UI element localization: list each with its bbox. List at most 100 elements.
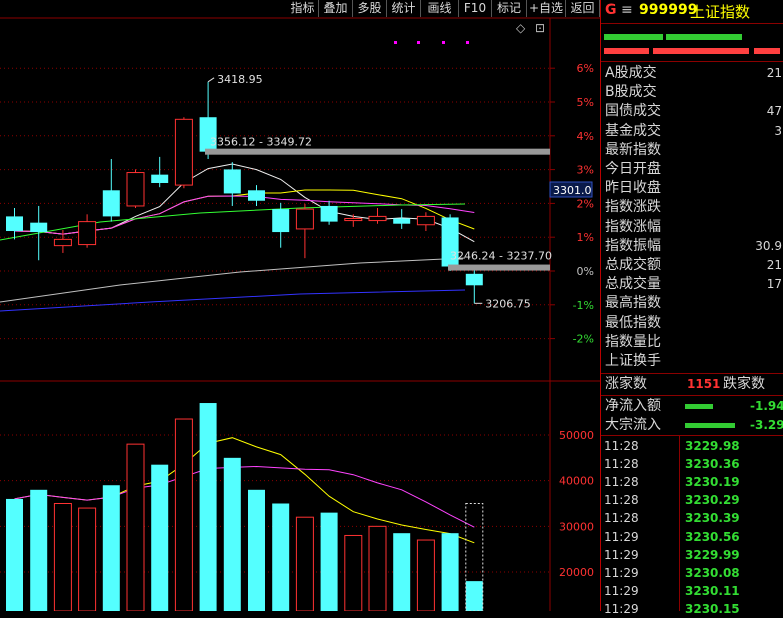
quote-row-label: 指数涨幅 (605, 218, 661, 235)
volume-bar-up (78, 507, 97, 611)
ratio-bar-red (653, 48, 749, 54)
volume-bar-down (465, 581, 483, 611)
volume-bar-up (174, 418, 193, 611)
decline-label: 跌家数 (723, 376, 765, 392)
volume-bar-up (344, 534, 363, 611)
volume-bar-up (53, 503, 72, 611)
candle-body-up (174, 118, 193, 186)
volume-bar-down (393, 533, 411, 611)
tick-price: 3230.39 (685, 511, 740, 526)
volume-bar-down (199, 403, 217, 611)
tick-time: 11:29 (604, 547, 639, 562)
quote-row-value: 3 (774, 123, 782, 138)
marker-dot (466, 41, 469, 44)
advance-count: 1151 (687, 377, 721, 391)
volume-bar-up (295, 516, 314, 611)
ratio-bar-green (604, 34, 663, 40)
tick-time: 11:29 (604, 529, 639, 544)
quote-row-label: 上证换手 (605, 353, 661, 369)
range-label-upper: 3356.12 - 3349.72 (210, 136, 312, 149)
block-inflow-bar (685, 423, 735, 428)
volume-bars (6, 403, 484, 611)
tick-price: 3230.56 (685, 529, 740, 544)
volume-bar-up (368, 525, 387, 611)
quote-row-value: 21 (766, 258, 782, 272)
tick-price: 3230.19 (685, 475, 740, 490)
tick-price: 3229.99 (685, 547, 740, 562)
marker-dot (417, 41, 420, 44)
volume-bar-down (30, 489, 48, 611)
candle-body-up (344, 217, 363, 222)
ma60-line (0, 257, 466, 303)
quote-row-label: 今日开盘 (605, 161, 661, 177)
tick-time: 11:28 (604, 439, 639, 453)
divider (601, 395, 783, 396)
tick-time: 11:28 (604, 493, 639, 508)
volume-bar-up (126, 443, 145, 611)
candle-body-down (320, 205, 338, 222)
menu-icon[interactable]: ≡ (621, 2, 633, 18)
price-axis-label: -1% (573, 299, 594, 312)
diamond-icon[interactable]: ◇ (516, 21, 526, 35)
volume-bar-down (102, 485, 120, 611)
candle-body-up (416, 215, 435, 226)
block-inflow-label: 大宗流入 (605, 417, 661, 433)
marker-dot (442, 41, 445, 44)
quote-row-value: 17 (766, 277, 782, 292)
candle-body-up (295, 208, 314, 230)
candle-body-down (151, 174, 169, 183)
quote-row-label: 最高指数 (605, 295, 661, 312)
volume-bar-down (151, 464, 169, 611)
marker-dot (394, 41, 397, 44)
candle-body-up (126, 172, 145, 207)
tick-time: 11:29 (604, 565, 639, 580)
kline-chart[interactable]: 6% 5% 4% 3% 2% 1% 0% -1% -2% 50000 40000 30000 2000… (0, 0, 600, 611)
quote-row-value: 30.9 (755, 238, 782, 253)
tick-price: 3230.36 (685, 457, 740, 472)
tick-price: 3230.11 (685, 583, 740, 598)
volume-axis-label: 20000 (559, 566, 594, 579)
high-pointer (207, 77, 215, 83)
quote-row-label: 最低指数 (605, 314, 661, 331)
candle-body-down (30, 222, 48, 233)
quote-panel: G ≡ 999999 上证指数 A股成交 21 B股成交 国债成交 47 基金成交 3 最新指… (600, 0, 783, 616)
advance-label: 涨家数 (605, 376, 647, 392)
expand-icon[interactable]: ⊡ (535, 21, 545, 35)
range-label-lower: 3246.24 - 3237.70 (450, 250, 552, 263)
volume-bar-down (272, 503, 290, 611)
range-bar-upper (205, 148, 550, 155)
price-axis-label: 0% (577, 265, 594, 278)
block-inflow-value: -3.29 (750, 418, 783, 432)
candle-body-down (6, 216, 23, 232)
tick-time: 11:28 (604, 457, 639, 472)
quote-row-label: 指数量比 (605, 333, 661, 350)
net-inflow-value: -1.94 (750, 399, 783, 413)
tick-price: 3230.29 (685, 493, 740, 508)
tick-time: 11:29 (604, 601, 639, 616)
candle-body-down (102, 190, 120, 217)
stock-name: 上证指数 (690, 3, 751, 21)
volume-bar-down (441, 533, 459, 611)
candle-body-down (393, 218, 411, 224)
candle-body-up (368, 215, 387, 222)
stock-code: 999999 (639, 2, 698, 18)
quote-row-label: 总成交量 (605, 276, 661, 293)
logo-icon: G (605, 2, 617, 18)
quote-row-label: 指数振幅 (605, 237, 661, 254)
price-axis-label: 1% (577, 231, 594, 244)
price-axis-label: 2% (577, 197, 594, 210)
tick-price: 3230.15 (685, 601, 740, 616)
divider (601, 373, 783, 374)
quote-row-label: 国债成交 (605, 103, 661, 120)
volume-bar-down (248, 489, 265, 611)
price-axis-label: 5% (577, 96, 594, 109)
ratio-bar-green (666, 34, 742, 40)
candle-body-down (465, 273, 483, 286)
quote-row-label: 总成交额 (605, 257, 661, 273)
tick-price: 3230.08 (685, 565, 740, 580)
volume-axis-label: 50000 (559, 429, 594, 442)
price-axis-label: 4% (577, 130, 594, 143)
volume-axis-label: 40000 (559, 475, 594, 488)
range-bar-lower (448, 264, 550, 271)
inflow-bar (685, 404, 713, 409)
